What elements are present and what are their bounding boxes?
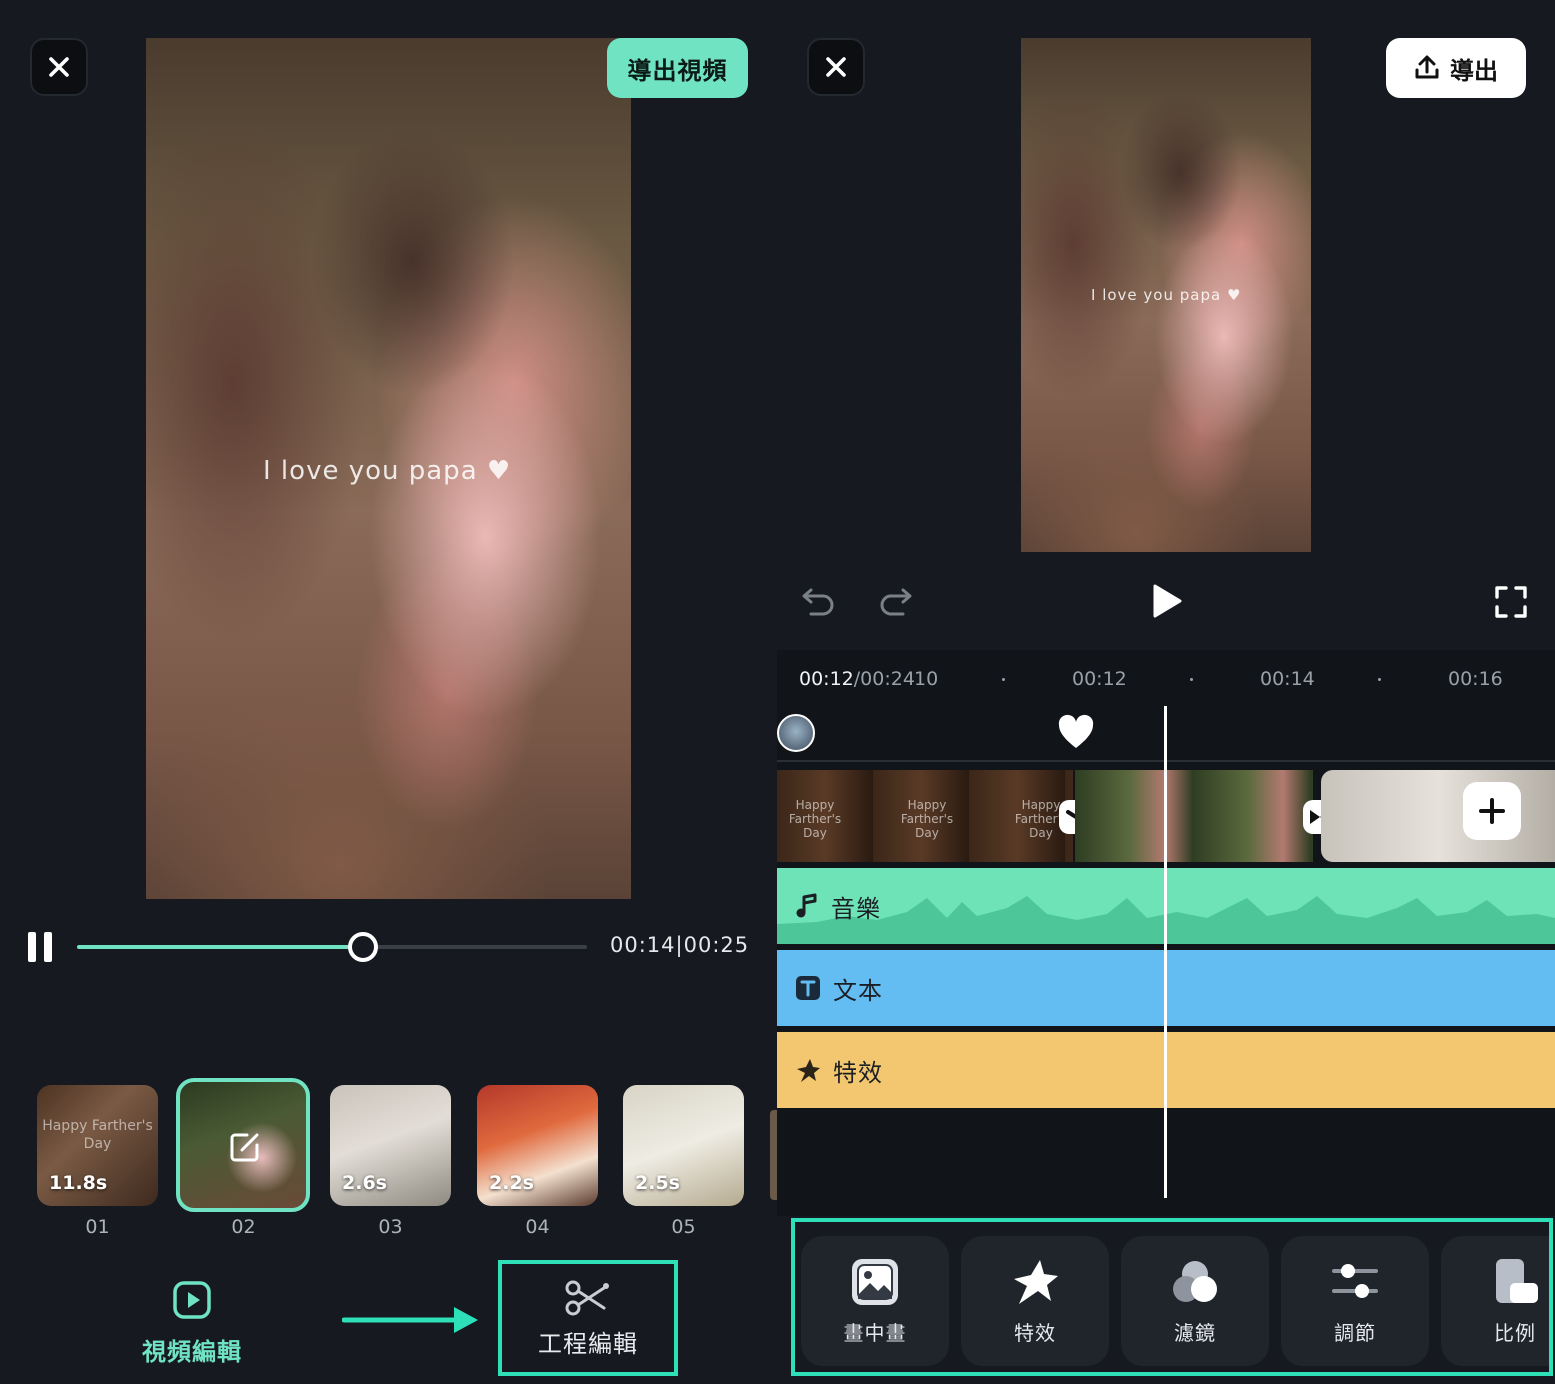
export-video-button[interactable]: 導出視頻 xyxy=(607,38,748,98)
clip-number: 03 xyxy=(378,1216,403,1238)
avatar[interactable] xyxy=(777,714,815,752)
tab-video-edit[interactable]: 視頻編輯 xyxy=(130,1280,254,1367)
adjust-sliders-icon xyxy=(1332,1263,1378,1298)
track-label: 文本 xyxy=(833,976,883,1005)
playback-time: 00:14|00:25 xyxy=(610,933,750,957)
clip-duration: 11.8s xyxy=(49,1172,108,1194)
tick-dot xyxy=(1378,678,1381,681)
caption-overlay: I love you papa ♥ xyxy=(1091,286,1242,304)
caption-overlay: I love you papa ♥ xyxy=(263,456,512,486)
clip-thumbnail-02-selected[interactable] xyxy=(176,1078,310,1212)
tool-adjust[interactable]: 調節 xyxy=(1281,1236,1429,1366)
aspect-ratio-icon xyxy=(1496,1258,1538,1303)
thumbnail-text: Happy Farther's Day xyxy=(42,1118,153,1152)
effects-star-icon xyxy=(1014,1259,1058,1304)
tick-label: 00:14 xyxy=(1260,668,1315,690)
close-icon xyxy=(49,57,69,77)
right-panel-project-edit: I love you papa ♥ 導出 00:12/00:24 10 00:1… xyxy=(777,0,1555,1384)
tick-dot xyxy=(1002,678,1005,681)
track-label: 特效 xyxy=(833,1058,883,1087)
close-button[interactable] xyxy=(30,38,88,96)
effect-star-icon xyxy=(797,1059,820,1082)
clip-duration: 2.2s xyxy=(489,1172,534,1194)
tick-label: 00:12 xyxy=(1072,668,1127,690)
fullscreen-icon[interactable] xyxy=(1495,586,1527,618)
clip-thumbnail-04[interactable]: 2.2s xyxy=(477,1085,598,1206)
clip-thumbnail-01[interactable]: Happy Farther's Day 11.8s xyxy=(37,1085,158,1206)
export-button[interactable]: 導出 xyxy=(1386,38,1526,98)
tool-aspect-ratio[interactable]: 比例 xyxy=(1441,1236,1549,1366)
tick-label: 00:16 xyxy=(1448,668,1503,690)
tab-label: 視頻編輯 xyxy=(142,1338,242,1366)
add-clip-button[interactable] xyxy=(1463,782,1521,840)
clip-thumbnail-05[interactable]: 2.5s xyxy=(623,1085,744,1206)
undo-icon[interactable] xyxy=(801,584,837,616)
play-icon[interactable] xyxy=(1151,583,1183,619)
pause-icon[interactable] xyxy=(28,932,54,962)
tool-picture-in-picture[interactable]: 畫中畫 xyxy=(801,1236,949,1366)
tool-label: 濾鏡 xyxy=(1174,1320,1216,1345)
tool-label: 畫中畫 xyxy=(843,1320,907,1345)
tab-label: 工程編輯 xyxy=(538,1329,638,1358)
heart-sticker-icon[interactable] xyxy=(1057,714,1095,752)
tool-label: 調節 xyxy=(1334,1320,1376,1345)
close-button[interactable] xyxy=(807,38,865,96)
heart-icon: ♥ xyxy=(486,456,512,486)
progress-knob[interactable] xyxy=(347,932,378,962)
playhead[interactable] xyxy=(1164,706,1167,1198)
video-clip[interactable] xyxy=(1075,770,1313,862)
clip-thumbnail-03[interactable]: 2.6s xyxy=(330,1085,451,1206)
music-note-icon xyxy=(796,893,817,918)
picture-in-picture-icon xyxy=(852,1258,898,1305)
track-label: 音樂 xyxy=(831,894,881,923)
redo-icon[interactable] xyxy=(877,584,913,616)
left-panel-video-edit: I love you papa ♥ 導出視頻 00:14|00:25 Happy… xyxy=(0,0,777,1384)
close-icon xyxy=(826,57,846,77)
timeline-time: 00:12/00:24 xyxy=(799,668,915,690)
upload-icon xyxy=(1415,55,1439,79)
clip-text: Happy Farther's Day xyxy=(900,798,954,840)
scissors-icon xyxy=(565,1280,609,1315)
video-preview[interactable]: I love you papa ♥ xyxy=(1021,38,1311,552)
clip-duration: 2.6s xyxy=(342,1172,387,1194)
export-label: 導出 xyxy=(1450,56,1498,85)
clip-number: 01 xyxy=(85,1216,110,1238)
tab-project-edit[interactable]: 工程編輯 xyxy=(498,1260,678,1376)
plus-icon xyxy=(1479,798,1505,824)
tool-panel: 畫中畫 特效 濾鏡 調節 比例 xyxy=(791,1218,1553,1376)
video-play-icon xyxy=(173,1281,211,1319)
filter-icon xyxy=(1173,1260,1217,1302)
video-clip[interactable]: Happy Farther's Day Happy Farther's Day … xyxy=(777,770,1073,862)
video-preview[interactable]: I love you papa ♥ xyxy=(146,38,631,899)
clip-thumbnail-partial[interactable] xyxy=(770,1110,777,1200)
clip-number: 05 xyxy=(671,1216,696,1238)
timeline-ruler[interactable]: 00:12/00:24 10 00:12 00:14 00:16 xyxy=(777,650,1555,706)
progress-fill xyxy=(77,945,363,949)
clip-text: Happy Farther's Day xyxy=(788,798,842,840)
edit-icon xyxy=(230,1133,259,1162)
heart-icon: ♥ xyxy=(1226,286,1242,304)
tool-label: 特效 xyxy=(1014,1320,1056,1345)
clip-duration: 2.5s xyxy=(635,1172,680,1194)
clip-number: 04 xyxy=(525,1216,550,1238)
tick-dot xyxy=(1190,678,1193,681)
clip-number: 02 xyxy=(231,1216,256,1238)
text-icon xyxy=(796,976,820,1000)
progress-slider[interactable] xyxy=(77,932,587,962)
tool-effects[interactable]: 特效 xyxy=(961,1236,1109,1366)
tick-label: 10 xyxy=(914,668,939,690)
tool-filter[interactable]: 濾鏡 xyxy=(1121,1236,1269,1366)
arrow-right-icon xyxy=(342,1307,478,1333)
tool-label: 比例 xyxy=(1494,1320,1536,1345)
